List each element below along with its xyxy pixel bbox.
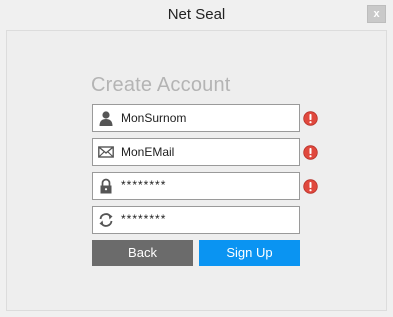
exclamation-icon: [303, 145, 318, 160]
close-button[interactable]: x: [367, 5, 386, 23]
password-field[interactable]: ********: [92, 172, 300, 200]
exclamation-icon: [303, 111, 318, 126]
form-panel: [6, 30, 387, 311]
envelope-icon: [98, 146, 114, 158]
confirm-password-value: ********: [121, 212, 167, 226]
title-bar: Net Seal x: [0, 0, 393, 30]
name-value: MonSurnom: [121, 111, 187, 125]
refresh-icon: [99, 213, 113, 227]
password-value: ********: [121, 178, 167, 192]
form-heading: Create Account: [91, 74, 231, 96]
email-value: MonEMail: [121, 145, 175, 159]
exclamation-icon: [303, 179, 318, 194]
close-icon: x: [373, 8, 380, 20]
app-window: Net Seal x Create Account MonSurnom MonE…: [0, 0, 393, 317]
lock-icon: [100, 178, 112, 194]
email-field[interactable]: MonEMail: [92, 138, 300, 166]
user-icon: [99, 111, 113, 126]
window-title: Net Seal: [167, 6, 226, 23]
sign-up-button[interactable]: Sign Up: [199, 240, 300, 266]
back-button[interactable]: Back: [92, 240, 193, 266]
confirm-password-field[interactable]: ********: [92, 206, 300, 234]
name-field[interactable]: MonSurnom: [92, 104, 300, 132]
